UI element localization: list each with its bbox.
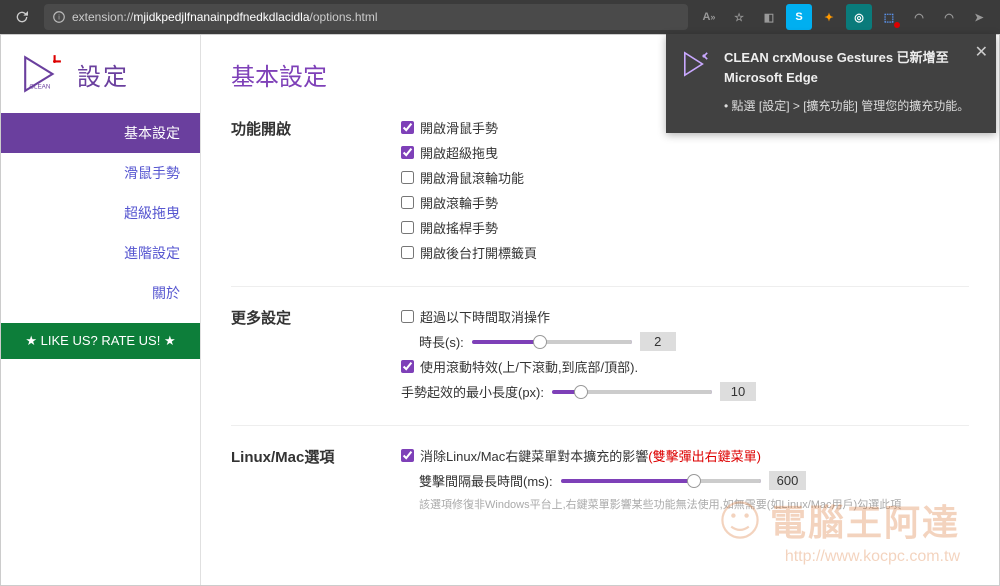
check-timeout[interactable]	[401, 310, 414, 323]
check-super-drag[interactable]	[401, 146, 414, 159]
minlen-label: 手勢起效的最小長度(px):	[401, 382, 544, 401]
nav-mouse-gestures[interactable]: 滑鼠手勢	[1, 153, 200, 193]
nav-about[interactable]: 關於	[1, 273, 200, 313]
section-linux-mac: Linux/Mac選項 消除Linux/Mac右鍵菜單對本擴充的影響(雙擊彈出右…	[231, 446, 969, 530]
check-scrollfx[interactable]	[401, 360, 414, 373]
linux-help-text: 該選項修復非Windows平台上,右鍵菜單影響某些功能無法使用,如無需要(如Li…	[419, 496, 969, 512]
duration-slider[interactable]	[472, 340, 632, 344]
minlen-slider[interactable]	[552, 390, 712, 394]
check-wheel-gesture-label: 開啟滾輪手勢	[420, 193, 498, 212]
check-mouse-gestures[interactable]	[401, 121, 414, 134]
section-more: 更多設定 超過以下時間取消操作 時長(s): 2 使用滾動特效(上/下滾動,到底…	[231, 307, 969, 426]
url-prefix: extension://	[72, 10, 133, 24]
section-linux-label: Linux/Mac選項	[231, 446, 401, 512]
section-features: 功能開啟 開啟滑鼠手勢 開啟超級拖曳 開啟滑鼠滾輪功能 開啟滾輪手勢 開啟搖桿手…	[231, 118, 969, 287]
ext-icon-orange[interactable]: ✦	[816, 4, 842, 30]
check-linuxfix-label: 消除Linux/Mac右鍵菜單對本擴充的影響(雙擊彈出右鍵菜單)	[420, 446, 761, 465]
notif-extension-icon	[680, 48, 712, 80]
notif-hint: • 點選 [設定] > [擴充功能] 管理您的擴充功能。	[724, 97, 982, 115]
section-features-label: 功能開啟	[231, 118, 401, 268]
nav-basic-settings[interactable]: 基本設定	[1, 113, 200, 153]
sidebar: CLEAN 設定 基本設定 滑鼠手勢 超級拖曳 進階設定 關於 ★ LIKE U…	[1, 35, 201, 585]
section-more-label: 更多設定	[231, 307, 401, 407]
duration-value: 2	[640, 332, 676, 351]
url-id: mjidkpedjlfnanainpdfnedkdlacidla	[133, 10, 309, 24]
dbl-label: 雙擊間隔最長時間(ms):	[419, 471, 553, 490]
check-mouse-gestures-label: 開啟滑鼠手勢	[420, 118, 498, 137]
check-super-drag-label: 開啟超級拖曳	[420, 143, 498, 162]
nav-advanced[interactable]: 進階設定	[1, 233, 200, 273]
check-bg-tab[interactable]	[401, 246, 414, 259]
svg-text:i: i	[58, 14, 60, 21]
ext-icon-teal[interactable]: ◎	[846, 4, 872, 30]
rate-us-banner[interactable]: ★ LIKE US? RATE US! ★	[1, 323, 200, 359]
ext-icon-arc1[interactable]: ◠	[906, 4, 932, 30]
notif-title: CLEAN crxMouse Gestures 已新增至 Microsoft E…	[724, 48, 982, 87]
toolbar-extensions: A» ☆ ◧ S ✦ ◎ ⬚ ◠ ◠ ➤	[696, 4, 992, 30]
check-scrollfx-label: 使用滾動特效(上/下滾動,到底部/頂部).	[420, 357, 638, 376]
url-path: /options.html	[310, 10, 378, 24]
ext-icon-reader[interactable]: A»	[696, 4, 722, 30]
address-bar[interactable]: i extension://mjidkpedjlfnanainpdfnedkdl…	[44, 4, 688, 30]
check-rocker-gesture[interactable]	[401, 221, 414, 234]
svg-text:CLEAN: CLEAN	[29, 84, 50, 91]
check-rocker-gesture-label: 開啟搖桿手勢	[420, 218, 498, 237]
extension-install-notification: ✕ CLEAN crxMouse Gestures 已新增至 Microsoft…	[666, 34, 996, 133]
dbl-slider[interactable]	[561, 479, 761, 483]
ext-icon-cursor[interactable]: ➤	[966, 4, 992, 30]
duration-label: 時長(s):	[419, 332, 464, 351]
check-timeout-label: 超過以下時間取消操作	[420, 307, 550, 326]
dbl-value: 600	[769, 471, 807, 490]
ext-icon-generic1[interactable]: ◧	[756, 4, 782, 30]
check-wheel-func[interactable]	[401, 171, 414, 184]
refresh-button[interactable]	[8, 3, 36, 31]
ext-icon-favorites[interactable]: ☆	[726, 4, 752, 30]
ext-icon-blue[interactable]: ⬚	[876, 4, 902, 30]
check-bg-tab-label: 開啟後台打開標籤頁	[420, 243, 537, 262]
check-wheel-gesture[interactable]	[401, 196, 414, 209]
close-icon[interactable]: ✕	[975, 42, 988, 62]
check-linuxfix[interactable]	[401, 449, 414, 462]
minlen-value: 10	[720, 382, 756, 401]
nav-super-drag[interactable]: 超級拖曳	[1, 193, 200, 233]
check-wheel-func-label: 開啟滑鼠滾輪功能	[420, 168, 524, 187]
ext-icon-arc2[interactable]: ◠	[936, 4, 962, 30]
ext-icon-skype[interactable]: S	[786, 4, 812, 30]
sidebar-title: 設定	[77, 57, 129, 92]
browser-toolbar: i extension://mjidkpedjlfnanainpdfnedkdl…	[0, 0, 1000, 34]
logo-area: CLEAN 設定	[1, 35, 200, 113]
logo-icon: CLEAN	[21, 53, 63, 95]
